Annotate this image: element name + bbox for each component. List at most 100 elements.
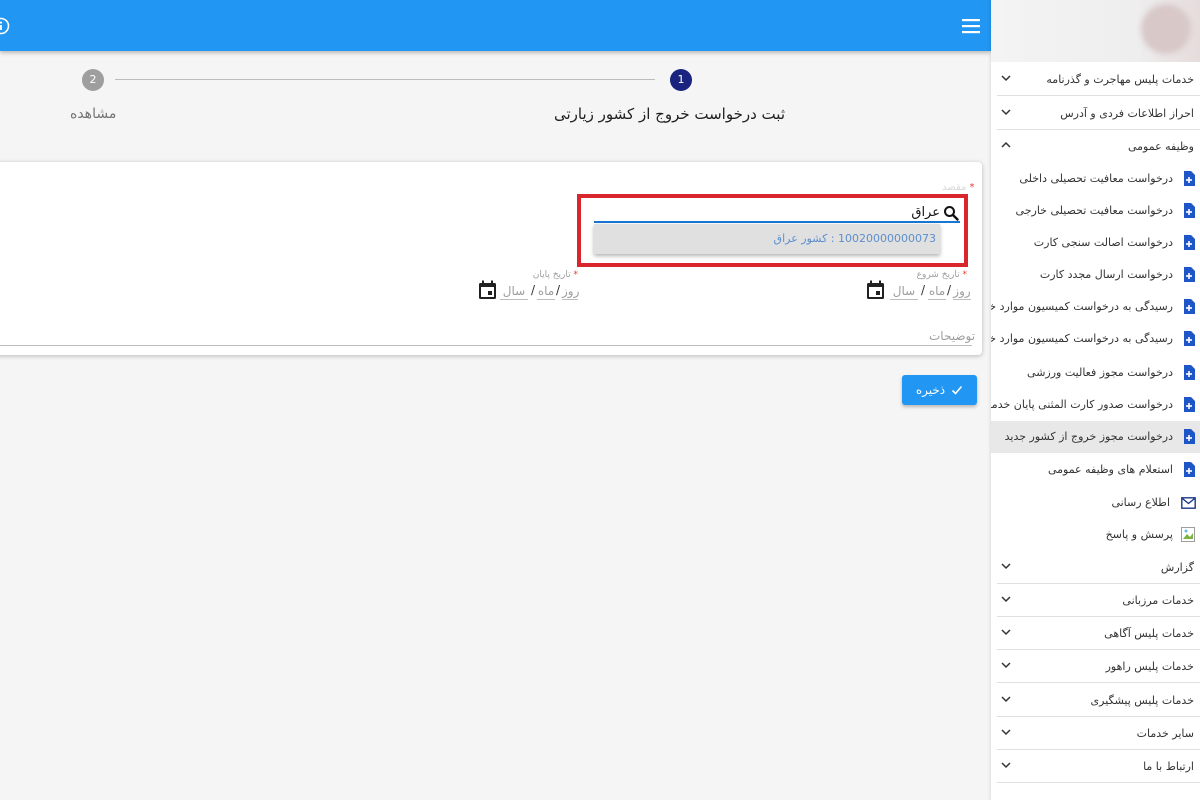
destination-input[interactable]: عراق [594,203,960,223]
sidebar-subitem-notifications[interactable]: اطلاع رسانی [991,487,1200,519]
envelope-icon [1181,497,1196,509]
required-mark: * [573,270,579,280]
sidebar-subitem-label: درخواست معافیت تحصیلی داخلی [1019,172,1173,185]
end-date-month[interactable]: ماه [537,283,555,300]
sidebar-item-identity-address[interactable]: احراز اطلاعات فردی و آدرس [997,97,1200,130]
add-document-icon [1184,429,1195,444]
add-document-icon [1184,397,1195,412]
sidebar-subitem[interactable]: درخواست ارسال مجدد کارت [991,259,1200,291]
chevron-down-icon [1001,596,1011,603]
search-icon[interactable] [943,205,959,221]
date-separator: / [921,283,926,297]
app-bar [0,0,991,51]
add-document-icon [1184,299,1195,314]
sidebar-item-label: خدمات پلیس آگاهی [1104,627,1194,640]
add-document-icon [1184,235,1195,250]
end-date-day[interactable]: روز [562,283,579,300]
sidebar-item-label: وظیفه عمومی [1127,140,1194,153]
sidebar-item-immigration-passport[interactable]: خدمات پلیس مهاجرت و گذرنامه [997,63,1200,96]
sidebar-subitem[interactable]: درخواست صدور کارت المثنی پایان خدمت [991,389,1200,421]
sidebar-item-label: خدمات مرزبانی [1122,594,1194,607]
description-label: توضیحات [929,329,976,343]
sidebar-subitem-label: رسیدگی به درخواست کمیسیون موارد خاص [991,300,1173,313]
chevron-down-icon [1001,109,1011,116]
date-separator: / [556,283,561,297]
chevron-down-icon [1001,563,1011,570]
sidebar-subitem-label: درخواست اصالت سنجی کارت [1033,236,1173,249]
start-date-year[interactable]: سال [890,283,918,300]
chevron-down-icon [1001,75,1011,82]
sidebar-subitem-faq[interactable]: پرسش و پاسخ [991,519,1200,551]
chevron-down-icon [1001,662,1011,669]
sidebar: خدمات پلیس مهاجرت و گذرنامه احراز اطلاعا… [991,0,1200,800]
sidebar-item-prevention-police[interactable]: خدمات پلیس پیشگیری [997,684,1200,717]
chevron-up-icon [1001,141,1011,148]
sidebar-item-other-services[interactable]: سایر خدمات [997,717,1200,750]
calendar-icon[interactable] [866,280,885,300]
chevron-down-icon [1001,696,1011,703]
required-mark: * [962,270,968,280]
sidebar-item-detective-services[interactable]: خدمات پلیس آگاهی [997,617,1200,650]
form-card [0,162,982,355]
sidebar-subitem-label: رسیدگی به درخواست کمیسیون موارد خاص [991,332,1173,345]
sidebar-subitem-label: درخواست ارسال مجدد کارت [1039,268,1173,281]
sidebar-subitem-label: درخواست مجوز فعالیت ورزشی [1027,366,1173,379]
sidebar-item-reports[interactable]: گزارش [997,551,1200,584]
info-icon[interactable] [0,17,10,35]
add-document-icon [1184,331,1195,346]
add-document-icon [1184,203,1195,218]
sidebar-subitem[interactable]: درخواست اصالت سنجی کارت [991,227,1200,259]
sidebar-subitem[interactable]: رسیدگی به درخواست کمیسیون موارد خاص [991,323,1200,355]
start-date-field[interactable]: * تاریخ شروع سال / ماه / روز [866,270,971,310]
avatar[interactable] [1141,4,1191,54]
sidebar-subitem-label: اطلاع رسانی [1111,496,1170,509]
add-document-icon [1184,365,1195,380]
step-2-label: مشاهده [70,106,117,122]
date-separator: / [947,283,952,297]
sidebar-item-military-service[interactable]: وظیفه عمومی [997,130,1200,163]
sidebar-item-contact-us[interactable]: ارتباط با ما [997,750,1200,783]
sidebar-item-label: سایر خدمات [1136,727,1194,740]
sidebar-item-border-services[interactable]: خدمات مرزبانی [997,584,1200,617]
chevron-down-icon [1001,629,1011,636]
start-date-month[interactable]: ماه [928,283,946,300]
calendar-icon[interactable] [478,280,497,300]
save-button[interactable]: ذخیره [902,375,977,405]
sidebar-subitem[interactable]: استعلام های وظیفه عمومی [991,454,1200,486]
required-mark: * [969,182,975,193]
stepper-line [115,79,655,80]
add-document-icon [1184,171,1195,186]
end-date-label-text: تاریخ پایان [532,270,571,280]
end-date-label: * تاریخ پایان [533,270,578,280]
sidebar-item-label: احراز اطلاعات فردی و آدرس [1060,107,1194,120]
end-date-year[interactable]: سال [500,283,528,300]
sidebar-subitem[interactable]: درخواست معافیت تحصیلی داخلی [991,163,1200,195]
description-input[interactable] [0,345,972,346]
destination-value[interactable]: عراق [911,205,940,220]
sidebar-item-traffic-police[interactable]: خدمات پلیس راهور [997,650,1200,683]
start-date-label-text: تاریخ شروع [916,270,960,280]
sidebar-subitem-label: استعلام های وظیفه عمومی [1047,463,1173,476]
start-date-label: * تاریخ شروع [917,270,967,280]
sidebar-subitem[interactable]: رسیدگی به درخواست کمیسیون موارد خاص [991,291,1200,323]
sidebar-subitem-active[interactable]: درخواست مجوز خروج از کشور جدید [991,421,1200,453]
step-2-circle[interactable]: 2 [82,69,104,91]
start-date-day[interactable]: روز [953,283,971,300]
sidebar-subitem[interactable]: درخواست مجوز فعالیت ورزشی [991,357,1200,389]
destination-label: * مقصد [942,182,975,193]
sidebar-subitem-label: پرسش و پاسخ [1105,528,1173,541]
check-icon [952,385,963,395]
broken-image-icon [1181,527,1195,542]
autocomplete-option-text[interactable]: 10020000000073 : کشور عراق [774,232,936,245]
sidebar-item-label: گزارش [1160,561,1194,574]
sidebar-subitem[interactable]: درخواست معافیت تحصیلی خارجی [991,195,1200,227]
destination-label-text: مقصد [942,182,967,193]
hamburger-menu-icon[interactable] [961,18,981,34]
sidebar-subitem-label: درخواست صدور کارت المثنی پایان خدمت [991,398,1173,411]
autocomplete-option[interactable]: 10020000000073 : کشور عراق [594,224,940,254]
sidebar-item-label: ارتباط با ما [1143,760,1194,773]
chevron-down-icon [1001,729,1011,736]
step-1-circle[interactable]: 1 [670,69,692,91]
sidebar-item-label: خدمات پلیس راهور [1105,660,1194,673]
end-date-field[interactable]: * تاریخ پایان سال / ماه / روز [478,270,579,310]
